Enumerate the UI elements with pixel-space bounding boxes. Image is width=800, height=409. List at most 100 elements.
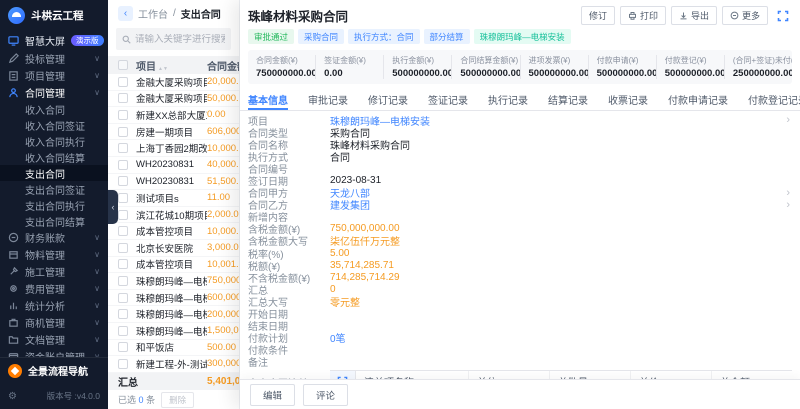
table-row[interactable]: 成本管控项目 10,001.00 [108, 257, 239, 274]
more-button[interactable]: 更多 [722, 6, 768, 25]
row-checkbox[interactable] [118, 127, 128, 137]
table-row[interactable]: 珠穆朗玛峰—电梯... 600,000,000.00 [108, 290, 239, 307]
sort-icon[interactable]: ▲▼ [158, 67, 168, 71]
table-row[interactable]: 测试项目s 11.00 [108, 190, 239, 207]
app-window: 斗栱云工程 智慧大屏 演示版 › 投标管理 ∨ 项目管理 ∨ 合同管理 [0, 0, 800, 409]
chevron-right-icon[interactable]: › [784, 187, 792, 199]
table-row[interactable]: 新建工程-外-测试 300,000,000.00 [108, 356, 239, 373]
tab[interactable]: 审批记录 [308, 90, 348, 110]
sidebar-item-documents[interactable]: 文档管理 ∨ [0, 331, 108, 348]
row-amount: 500.00 [207, 342, 236, 353]
table-row[interactable]: WH20230831 51,500.00 [108, 174, 239, 191]
sidebar-item-smart-screen[interactable]: 智慧大屏 演示版 › [0, 30, 108, 50]
sidebar-item-business[interactable]: 商机管理 ∨ [0, 314, 108, 331]
sidebar-subitem[interactable]: 收入合同结算 [0, 149, 108, 165]
sidebar-item-projects[interactable]: 项目管理 ∨ [0, 67, 108, 84]
sidebar-subitem[interactable]: 支出合同执行 [0, 197, 108, 213]
table-row[interactable]: 珠穆朗玛峰—电梯... 1,500,000,000.00 [108, 323, 239, 340]
search-input[interactable] [135, 34, 225, 45]
table-row[interactable]: 新建XX总部大厦工... 0.00 [108, 107, 239, 124]
stat-label: (合同+签证)未付(¥) [733, 55, 784, 66]
tab[interactable]: 基本信息 [248, 90, 288, 110]
table-row[interactable]: 珠穆朗玛峰—电梯... 750,000,000.00 [108, 273, 239, 290]
chevron-right-icon[interactable]: › [784, 199, 792, 211]
row-checkbox[interactable] [118, 359, 128, 369]
row-checkbox[interactable] [118, 77, 128, 87]
sidebar-subitem[interactable]: 收入合同 [0, 101, 108, 117]
sidebar-item-contracts[interactable]: 合同管理 ∨ [0, 84, 108, 101]
tab[interactable]: 执行记录 [488, 90, 528, 110]
tab[interactable]: 付款申请记录 [668, 90, 728, 110]
sidebar-item-label: 项目管理 [25, 68, 88, 83]
tab[interactable]: 收票记录 [608, 90, 648, 110]
table-row[interactable]: 成本管控项目 10,000.00 [108, 223, 239, 240]
row-checkbox[interactable] [118, 160, 128, 170]
back-button[interactable]: ‹ [118, 6, 133, 21]
fullscreen-button[interactable] [773, 6, 792, 25]
comment-button[interactable]: 评论 [303, 384, 348, 406]
table-row[interactable]: 房建一期项目 606,000.00 [108, 124, 239, 141]
row-checkbox[interactable] [118, 309, 128, 319]
row-checkbox[interactable] [118, 243, 128, 253]
row-checkbox[interactable] [118, 276, 128, 286]
row-checkbox[interactable] [118, 259, 128, 269]
stat-label: 签证金额(¥) [324, 55, 375, 66]
field-value: 35,714,285.71 [330, 260, 792, 271]
field-value[interactable]: 0笔 [330, 330, 792, 345]
breadcrumb-section[interactable]: 工作台 [138, 6, 168, 21]
search-box [116, 28, 231, 50]
panorama-nav[interactable]: 全景流程导航 [0, 357, 108, 383]
row-checkbox[interactable] [118, 93, 128, 103]
row-checkbox[interactable] [118, 110, 128, 120]
row-checkbox[interactable] [118, 342, 128, 352]
sheet-expand-icon[interactable] [330, 371, 356, 379]
sidebar-subitem[interactable]: 支出合同签证 [0, 181, 108, 197]
row-checkbox[interactable] [118, 210, 128, 220]
sidebar-item-fund-accounts[interactable]: 资金账户管理 ∨ [0, 348, 108, 357]
table-row[interactable]: 和平饭店 500.00 [108, 340, 239, 357]
table-row[interactable]: 金融大厦采购项目 20,000.00 [108, 74, 239, 91]
field-value: 柒亿伍仟万元整 [330, 233, 792, 248]
tab[interactable]: 修订记录 [368, 90, 408, 110]
table-row[interactable]: 滨江花城10期项目-... 2,000.00 [108, 207, 239, 224]
row-checkbox[interactable] [118, 193, 128, 203]
field-value[interactable]: 建发集团 [330, 197, 784, 212]
row-amount: 10,000.00 [207, 226, 239, 237]
edit-button[interactable]: 编辑 [250, 384, 295, 406]
selected-count: 已选 0 条 [118, 393, 155, 406]
row-checkbox[interactable] [118, 176, 128, 186]
sidebar-subitem[interactable]: 支出合同 [0, 165, 108, 181]
gear-icon[interactable]: ⚙ [8, 391, 17, 402]
revise-button[interactable]: 修订 [581, 6, 615, 25]
row-checkbox[interactable] [118, 326, 128, 336]
sidebar-item-bidding[interactable]: 投标管理 ∨ [0, 50, 108, 67]
row-checkbox[interactable] [118, 226, 128, 236]
sidebar-item-expenses[interactable]: 费用管理 ∨ [0, 280, 108, 297]
sidebar-menu: 智慧大屏 演示版 › 投标管理 ∨ 项目管理 ∨ 合同管理 ∨ 收入合同 [0, 30, 108, 357]
row-checkbox[interactable] [118, 143, 128, 153]
sidebar-item-statistics[interactable]: 统计分析 ∨ [0, 297, 108, 314]
select-all-checkbox[interactable] [118, 60, 128, 70]
export-button[interactable]: 导出 [671, 6, 717, 25]
sidebar-item-finance[interactable]: 财务账款 ∨ [0, 229, 108, 246]
table-row[interactable]: 金融大厦采购项目 50,000.00 [108, 91, 239, 108]
row-checkbox[interactable] [118, 293, 128, 303]
table-row[interactable]: WH20230831 40,000.00 [108, 157, 239, 174]
sidebar-subitem[interactable]: 收入合同执行 [0, 133, 108, 149]
sidebar-subitem[interactable]: 支出合同结算 [0, 213, 108, 229]
table-row[interactable]: 珠穆朗玛峰—电梯... 200,000,000.00 [108, 306, 239, 323]
sidebar-item-materials[interactable]: 物料管理 ∨ [0, 246, 108, 263]
tab[interactable]: 付款登记记录 [748, 90, 800, 110]
sidebar-item-construction[interactable]: 施工管理 ∨ [0, 263, 108, 280]
chevron-down-icon: ∨ [94, 250, 100, 259]
stat-cell: 进项发票(¥) 500000000.00 [520, 55, 588, 79]
table-row[interactable]: 上海丁香园2期改造... 10,000.00 [108, 140, 239, 157]
tab[interactable]: 结算记录 [548, 90, 588, 110]
sidebar-subitem[interactable]: 收入合同签证 [0, 117, 108, 133]
delete-button[interactable]: 删除 [161, 392, 194, 408]
sidebar-item-label: 智慧大屏 [25, 33, 65, 48]
tab[interactable]: 签证记录 [428, 90, 468, 110]
table-row[interactable]: 北京长安医院 3,000.00 [108, 240, 239, 257]
sidebar-collapse-handle[interactable]: ‹ [108, 190, 118, 224]
print-button[interactable]: 打印 [620, 6, 666, 25]
